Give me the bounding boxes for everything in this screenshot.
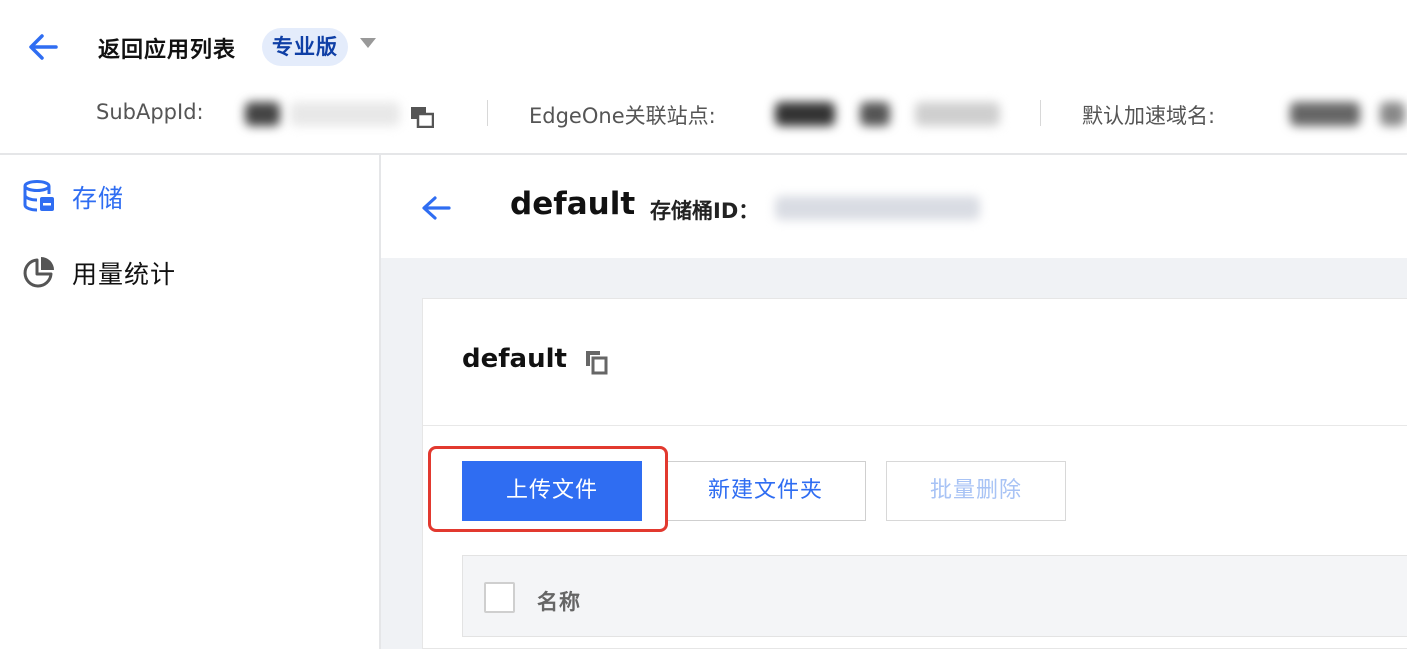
edition-badge[interactable]: 专业版 bbox=[262, 28, 348, 66]
column-header-name[interactable]: 名称 bbox=[537, 586, 581, 616]
subappid-value-redacted bbox=[290, 102, 400, 126]
edgeone-site-value-redacted bbox=[915, 102, 1000, 126]
table-header bbox=[462, 555, 1407, 637]
sidebar-item-storage[interactable]: 存储 bbox=[0, 170, 379, 220]
top-header bbox=[0, 0, 1407, 155]
edgeone-site-label: EdgeOne关联站点: bbox=[529, 104, 716, 128]
copy-icon[interactable] bbox=[410, 106, 434, 128]
default-domain-value-redacted bbox=[1380, 102, 1405, 126]
edgeone-site-value-redacted bbox=[860, 102, 890, 126]
meta-divider bbox=[1040, 100, 1041, 126]
new-folder-button[interactable]: 新建文件夹 bbox=[665, 461, 866, 521]
back-arrow-icon[interactable] bbox=[26, 30, 60, 64]
sidebar-item-label: 存储 bbox=[72, 184, 125, 213]
batch-delete-button[interactable]: 批量删除 bbox=[886, 461, 1066, 521]
select-all-checkbox[interactable] bbox=[484, 582, 515, 613]
upload-file-button[interactable]: 上传文件 bbox=[462, 461, 642, 521]
bucket-title: default bbox=[510, 186, 636, 222]
back-to-app-list-link[interactable]: 返回应用列表 bbox=[98, 32, 236, 64]
card-title: default bbox=[462, 344, 567, 374]
caret-down-icon[interactable] bbox=[360, 38, 376, 48]
sidebar-item-usage-statistics[interactable]: 用量统计 bbox=[0, 246, 379, 296]
pie-chart-icon bbox=[23, 257, 54, 288]
default-domain-value-redacted bbox=[1290, 102, 1360, 126]
sidebar bbox=[0, 155, 381, 649]
bucket-id-label: 存储桶ID： bbox=[650, 199, 760, 223]
copy-icon[interactable] bbox=[583, 348, 609, 376]
subappid-value-redacted bbox=[245, 102, 280, 126]
database-icon bbox=[23, 180, 54, 212]
back-arrow-icon[interactable] bbox=[420, 192, 452, 224]
bucket-id-value-redacted bbox=[775, 196, 980, 220]
card-divider bbox=[423, 425, 1407, 426]
sidebar-item-label: 用量统计 bbox=[72, 260, 177, 289]
subappid-label: SubAppId: bbox=[96, 100, 204, 124]
default-domain-label: 默认加速域名: bbox=[1082, 104, 1216, 128]
meta-divider bbox=[487, 100, 488, 126]
edgeone-site-value-redacted bbox=[775, 102, 835, 126]
